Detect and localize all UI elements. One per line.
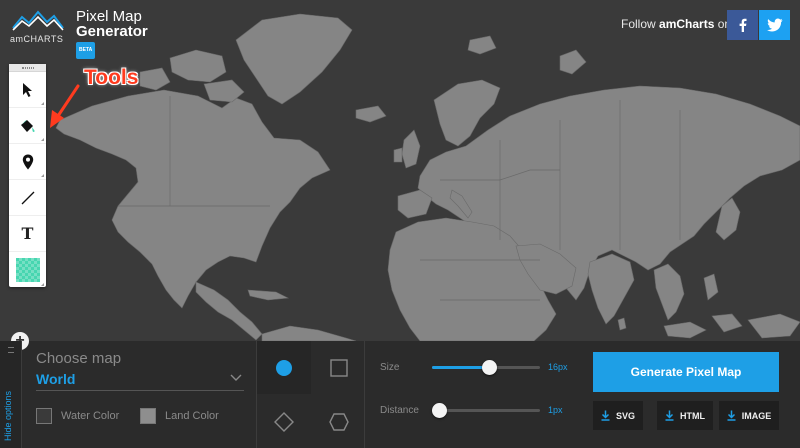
size-slider-label: Size [380, 362, 400, 373]
size-slider-value: 16px [548, 362, 568, 372]
map-new-guinea [747, 313, 800, 339]
land-color-label: Land Color [165, 410, 219, 422]
size-slider-handle[interactable] [481, 360, 497, 375]
amcharts-logo[interactable]: amCHARTS [10, 8, 66, 44]
land-color-picker[interactable]: Land Color [140, 408, 219, 424]
map-indonesia-1 [663, 321, 707, 339]
download-image-button[interactable]: IMAGE [719, 401, 779, 430]
follow-text: Follow amCharts on: [621, 17, 734, 31]
water-color-label: Water Color [61, 410, 120, 422]
distance-slider[interactable] [432, 403, 540, 418]
tool-color[interactable] [9, 252, 46, 288]
follow-brand: amCharts [659, 17, 715, 31]
generate-pixel-map-button[interactable]: Generate Pixel Map [593, 352, 779, 392]
map-uk [401, 129, 421, 169]
download-html-button[interactable]: HTML [657, 401, 713, 430]
map-india [587, 253, 635, 325]
map-indonesia-2 [711, 313, 743, 333]
cursor-arrow-icon [22, 82, 32, 97]
map-iceland [355, 105, 387, 123]
square-shape-icon [330, 358, 348, 377]
water-color-picker[interactable]: Water Color [36, 408, 119, 424]
download-icon [601, 410, 610, 421]
tool-marker[interactable] [9, 144, 46, 180]
beta-badge: BETA [76, 42, 96, 59]
twitter-button[interactable] [759, 10, 790, 40]
line-icon [21, 191, 34, 204]
map-arctic-islands-3 [139, 67, 171, 91]
map-greenland [235, 13, 353, 105]
distance-slider-label: Distance [380, 405, 419, 416]
map-southeast-asia [653, 263, 685, 321]
shape-circle-option[interactable] [257, 341, 311, 394]
twitter-icon [766, 18, 782, 32]
tools-palette-drag-handle[interactable] [9, 64, 46, 72]
product-title-line1: Pixel Map [76, 8, 142, 25]
facebook-icon [739, 18, 746, 32]
distance-slider-handle[interactable] [432, 403, 447, 418]
logo-mountains-icon [12, 10, 64, 31]
map-sri-lanka [617, 317, 627, 331]
product-title: Pixel Map Generator BETA [76, 9, 148, 59]
facebook-button[interactable] [727, 10, 758, 40]
map-svalbard [467, 35, 497, 55]
map-south-america [261, 325, 357, 342]
land-color-swatch [140, 408, 156, 424]
choose-map-label: Choose map [36, 350, 122, 367]
shape-hexagon-option[interactable] [312, 395, 366, 448]
tool-paint[interactable] [9, 108, 46, 144]
download-svg-label: SVG [615, 410, 635, 421]
distance-slider-value: 1px [548, 405, 563, 415]
circle-shape-icon [276, 359, 292, 376]
download-icon [727, 410, 736, 421]
map-caribbean [247, 289, 290, 301]
download-image-label: IMAGE [741, 410, 772, 421]
tool-line[interactable] [9, 180, 46, 216]
tools-palette: T [9, 64, 46, 287]
map-select-value: World [36, 371, 76, 387]
tool-text[interactable]: T [9, 216, 46, 252]
logo-text: amCHARTS [10, 34, 64, 44]
download-svg-button[interactable]: SVG [593, 401, 643, 430]
download-html-label: HTML [680, 410, 705, 421]
pixel-shape-selector [256, 341, 365, 448]
shape-square-option[interactable] [312, 341, 366, 394]
map-novaya-zemlya [559, 49, 587, 75]
shape-diamond-option[interactable] [257, 395, 311, 448]
paint-bucket-icon [20, 119, 35, 132]
map-pin-icon [22, 154, 33, 169]
chevron-down-icon [230, 374, 242, 381]
hide-options-grip-icon [8, 347, 14, 353]
hexagon-shape-icon [329, 412, 349, 431]
hide-options-toggle[interactable]: Hide options [0, 341, 22, 448]
tools-annotation-label: Tools [84, 66, 139, 89]
tool-select[interactable] [9, 72, 46, 108]
follow-prefix: Follow [621, 17, 660, 31]
map-philippines [703, 273, 719, 301]
map-ireland [393, 147, 403, 163]
download-icon [665, 410, 674, 421]
product-title-line2: Generator [76, 23, 148, 40]
size-slider-fill [432, 366, 489, 369]
size-slider[interactable] [432, 360, 540, 375]
text-icon: T [21, 224, 34, 243]
diamond-shape-icon [274, 411, 294, 432]
map-arctic-islands-1 [169, 49, 227, 83]
hide-options-label: Hide options [3, 390, 13, 441]
map-north-america [55, 89, 331, 309]
color-swatch-icon [15, 258, 40, 282]
water-color-swatch [36, 408, 52, 424]
map-select-dropdown[interactable]: World [36, 371, 244, 391]
